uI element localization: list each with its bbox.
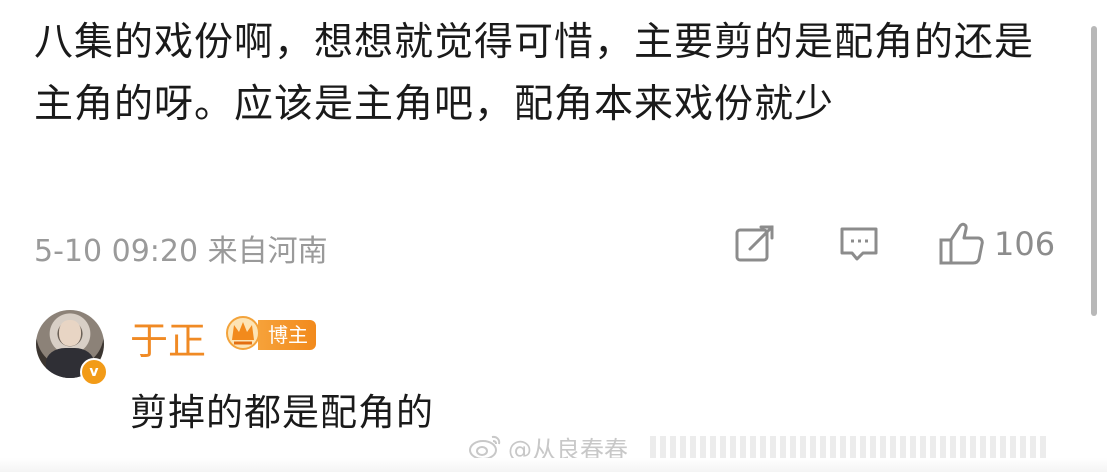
- like-button[interactable]: 106: [938, 222, 1055, 266]
- avatar-face: [59, 320, 81, 346]
- comment-screenshot: 八集的戏份啊，想想就觉得可惜，主要剪的是配角的还是主角的呀。应该是主角吧，配角本…: [0, 0, 1107, 472]
- verified-badge: v: [80, 358, 108, 386]
- vertical-scrollbar[interactable]: [1091, 26, 1097, 316]
- background-ghost-text: [650, 436, 1100, 458]
- share-icon: [735, 225, 774, 262]
- comment-timestamp-location: 5-10 09:20 来自河南: [34, 234, 328, 269]
- weibo-logo-icon: [469, 435, 501, 460]
- comment-meta-row: 5-10 09:20 来自河南 106: [34, 218, 1074, 270]
- reply-author-name[interactable]: 于正: [130, 310, 206, 365]
- crown-icon: [226, 316, 260, 350]
- blogger-badge: 博主: [258, 320, 316, 350]
- like-count: 106: [994, 225, 1056, 263]
- reply-button[interactable]: [838, 222, 880, 266]
- thumbs-up-icon: [939, 222, 984, 265]
- cropped-bottom-edge: [0, 458, 1107, 472]
- reply-body: 剪掉的都是配角的: [130, 391, 434, 434]
- share-button[interactable]: [734, 222, 776, 266]
- comment-body: 八集的戏份啊，想想就觉得可惜，主要剪的是配角的还是主角的呀。应该是主角吧，配角本…: [34, 20, 1035, 127]
- comment-icon: [840, 227, 878, 261]
